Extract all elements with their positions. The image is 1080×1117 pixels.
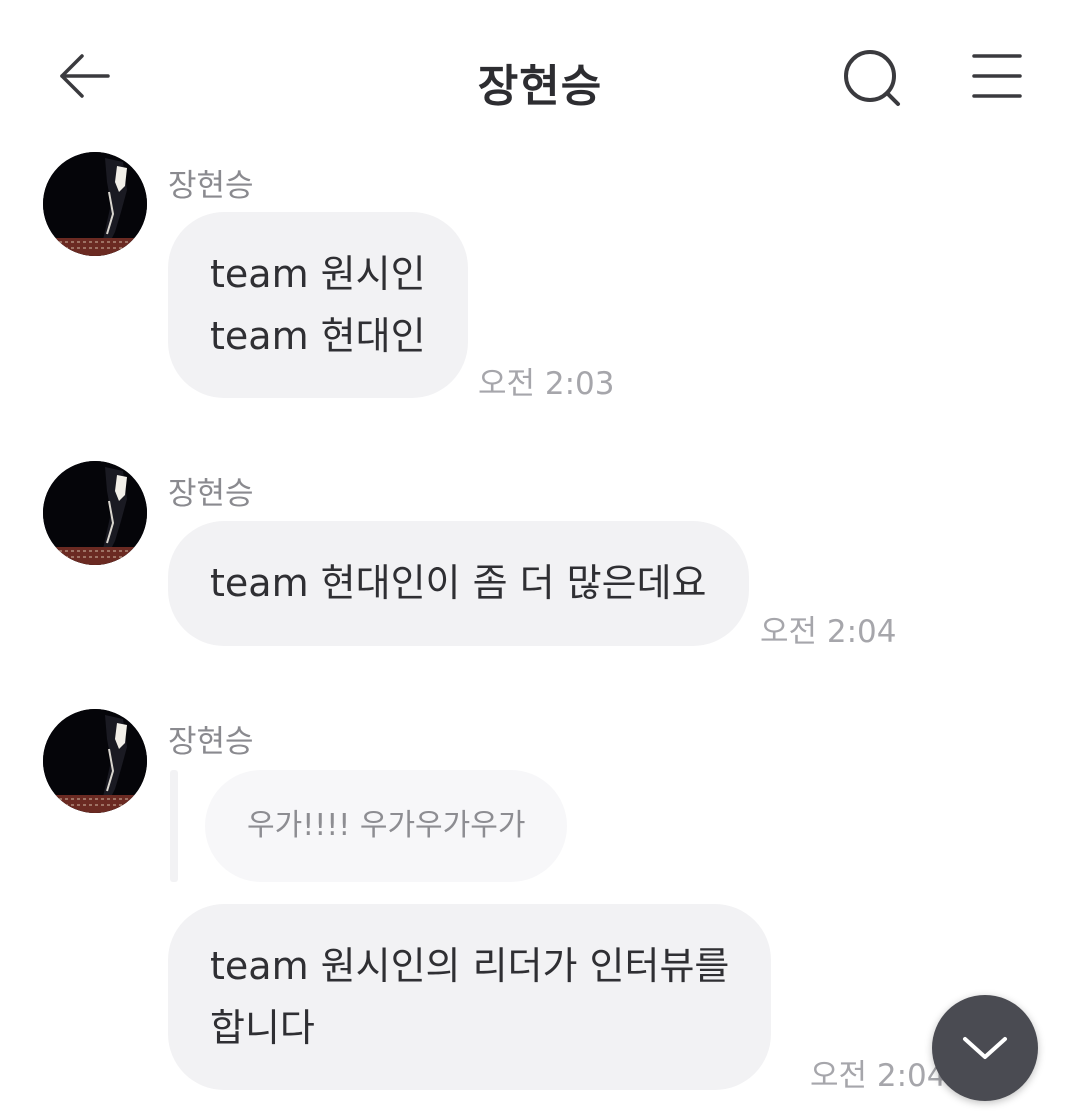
menu-button[interactable] <box>964 46 1030 106</box>
search-button[interactable] <box>838 44 908 114</box>
quoted-message[interactable]: 우가!!!! 우가우가우가 <box>205 770 568 882</box>
avatar[interactable] <box>43 461 147 565</box>
sender-name: 장현승 <box>168 724 254 760</box>
avatar[interactable] <box>43 709 147 813</box>
scroll-to-bottom-button[interactable] <box>932 995 1038 1101</box>
arrow-left-icon <box>60 54 110 98</box>
chat-title: 장현승 <box>477 61 603 112</box>
message-bubble[interactable]: team 원시인의 리더가 인터뷰를 합니다 <box>168 904 772 1090</box>
chat-header: 장현승 <box>0 0 1080 150</box>
hamburger-menu-icon <box>972 54 1022 98</box>
message-time: 오전 2:04 <box>760 614 897 650</box>
sender-name: 장현승 <box>168 168 254 204</box>
back-button[interactable] <box>52 44 116 108</box>
message-bubble[interactable]: team 현대인이 좀 더 많은데요 <box>168 521 749 646</box>
message-bubble[interactable]: team 원시인 team 현대인 <box>168 212 468 398</box>
profile-photo-icon <box>43 709 147 813</box>
search-icon <box>844 50 900 106</box>
sender-name: 장현승 <box>168 476 254 512</box>
quote-indicator-bar <box>170 770 178 882</box>
profile-photo-icon <box>43 461 147 565</box>
profile-photo-icon <box>43 152 147 256</box>
chevron-down-icon <box>963 1037 1007 1059</box>
message-time: 오전 2:04 <box>810 1058 947 1094</box>
message-time: 오전 2:03 <box>478 366 615 402</box>
avatar[interactable] <box>43 152 147 256</box>
